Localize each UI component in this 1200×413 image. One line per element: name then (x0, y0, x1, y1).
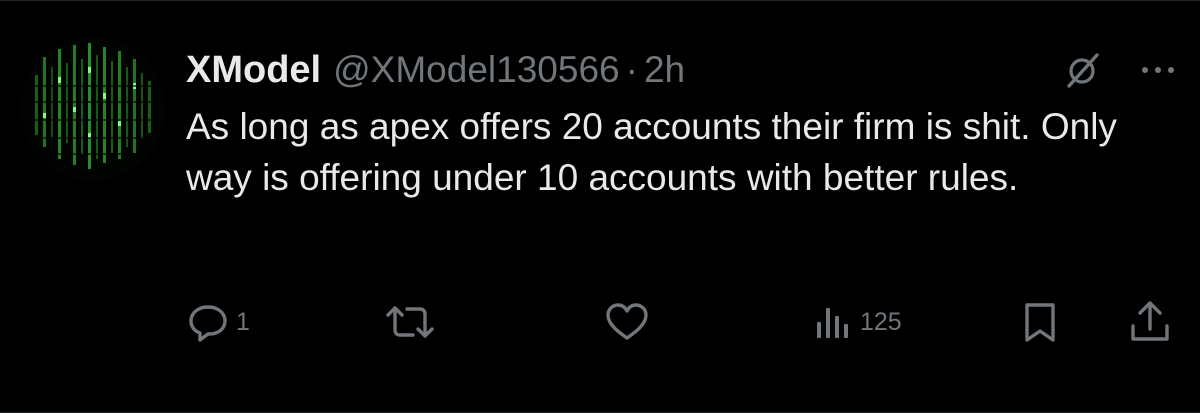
more-icon[interactable] (1140, 60, 1176, 80)
user-handle[interactable]: @XModel130566 (333, 41, 619, 99)
reply-count: 1 (236, 307, 250, 336)
heart-icon (606, 303, 648, 340)
views-button[interactable]: 125 (814, 297, 902, 347)
bookmark-icon (1025, 303, 1055, 342)
grok-icon[interactable] (1064, 51, 1102, 89)
bookmark-button[interactable] (1020, 297, 1060, 347)
matrix-avatar-image (21, 37, 165, 181)
views-icon (817, 308, 848, 338)
display-name[interactable]: XModel (186, 41, 321, 99)
timestamp[interactable]: 2h (644, 41, 685, 99)
views-count: 125 (860, 307, 902, 336)
tweet-text: As long as apex offers 20 accounts their… (186, 106, 1117, 198)
retweet-icon (386, 306, 434, 338)
header-actions (1064, 51, 1176, 89)
tweet-content: XModel @XModel130566 · 2h As long as ape… (186, 41, 1176, 203)
separator-dot: · (625, 49, 638, 90)
reply-button[interactable]: 1 (186, 297, 250, 347)
retweet-button[interactable] (386, 297, 434, 347)
tweet-header: XModel @XModel130566 · 2h (186, 41, 1176, 99)
avatar[interactable] (21, 37, 165, 181)
share-button[interactable] (1128, 297, 1172, 347)
like-button[interactable] (604, 297, 650, 347)
tweet-actions-bar: 1 125 (186, 297, 1176, 347)
share-icon (1131, 301, 1169, 341)
tweet-card[interactable]: XModel @XModel130566 · 2h As long as ape… (0, 0, 1200, 413)
reply-icon (189, 305, 227, 342)
